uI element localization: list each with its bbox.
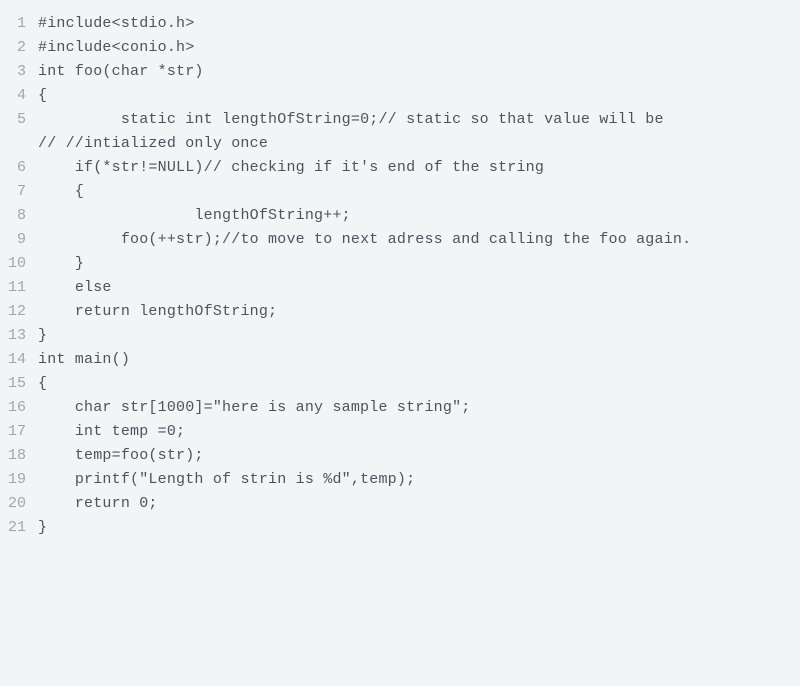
code-text: } — [38, 324, 800, 348]
code-line: 8 lengthOfString++; — [0, 204, 800, 228]
code-text: printf("Length of strin is %d",temp); — [38, 468, 800, 492]
code-text: lengthOfString++; — [38, 204, 800, 228]
code-text: #include<conio.h> — [38, 36, 800, 60]
code-line: 2 #include<conio.h> — [0, 36, 800, 60]
code-text: return lengthOfString; — [38, 300, 800, 324]
line-number: 5 — [0, 108, 38, 132]
code-text: #include<stdio.h> — [38, 12, 800, 36]
line-number: 11 — [0, 276, 38, 300]
code-line: 14 int main() — [0, 348, 800, 372]
code-line: 5 static int lengthOfString=0;// static … — [0, 108, 800, 156]
code-line: 7 { — [0, 180, 800, 204]
code-text: int main() — [38, 348, 800, 372]
code-text: { — [38, 372, 800, 396]
code-text: { — [38, 84, 800, 108]
code-text: char str[1000]="here is any sample strin… — [38, 396, 800, 420]
code-text: return 0; — [38, 492, 800, 516]
line-number: 1 — [0, 12, 38, 36]
code-line: 15 { — [0, 372, 800, 396]
code-text: { — [38, 180, 800, 204]
line-number: 8 — [0, 204, 38, 228]
code-line: 9 foo(++str);//to move to next adress an… — [0, 228, 800, 252]
code-line: 6 if(*str!=NULL)// checking if it's end … — [0, 156, 800, 180]
code-line: 17 int temp =0; — [0, 420, 800, 444]
code-line: 19 printf("Length of strin is %d",temp); — [0, 468, 800, 492]
code-text: else — [38, 276, 800, 300]
line-number: 10 — [0, 252, 38, 276]
code-block: 1 #include<stdio.h> 2 #include<conio.h> … — [0, 12, 800, 540]
code-text: } — [38, 516, 800, 540]
code-text: temp=foo(str); — [38, 444, 800, 468]
code-text: if(*str!=NULL)// checking if it's end of… — [38, 156, 800, 180]
code-line: 18 temp=foo(str); — [0, 444, 800, 468]
line-number: 13 — [0, 324, 38, 348]
code-line: 4 { — [0, 84, 800, 108]
line-number: 4 — [0, 84, 38, 108]
code-line: 20 return 0; — [0, 492, 800, 516]
code-line: 3 int foo(char *str) — [0, 60, 800, 84]
line-number: 3 — [0, 60, 38, 84]
line-number: 15 — [0, 372, 38, 396]
code-text: static int lengthOfString=0;// static so… — [38, 108, 800, 156]
code-line: 1 #include<stdio.h> — [0, 12, 800, 36]
code-line: 13 } — [0, 324, 800, 348]
code-text: int foo(char *str) — [38, 60, 800, 84]
line-number: 9 — [0, 228, 38, 252]
line-number: 12 — [0, 300, 38, 324]
code-line: 16 char str[1000]="here is any sample st… — [0, 396, 800, 420]
code-line: 12 return lengthOfString; — [0, 300, 800, 324]
code-line: 21 } — [0, 516, 800, 540]
line-number: 21 — [0, 516, 38, 540]
line-number: 6 — [0, 156, 38, 180]
line-number: 16 — [0, 396, 38, 420]
line-number: 17 — [0, 420, 38, 444]
code-line: 10 } — [0, 252, 800, 276]
code-text: } — [38, 252, 800, 276]
line-number: 19 — [0, 468, 38, 492]
code-line: 11 else — [0, 276, 800, 300]
line-number: 14 — [0, 348, 38, 372]
code-text: foo(++str);//to move to next adress and … — [38, 228, 800, 252]
line-number: 2 — [0, 36, 38, 60]
line-number: 7 — [0, 180, 38, 204]
line-number: 18 — [0, 444, 38, 468]
line-number: 20 — [0, 492, 38, 516]
code-text: int temp =0; — [38, 420, 800, 444]
